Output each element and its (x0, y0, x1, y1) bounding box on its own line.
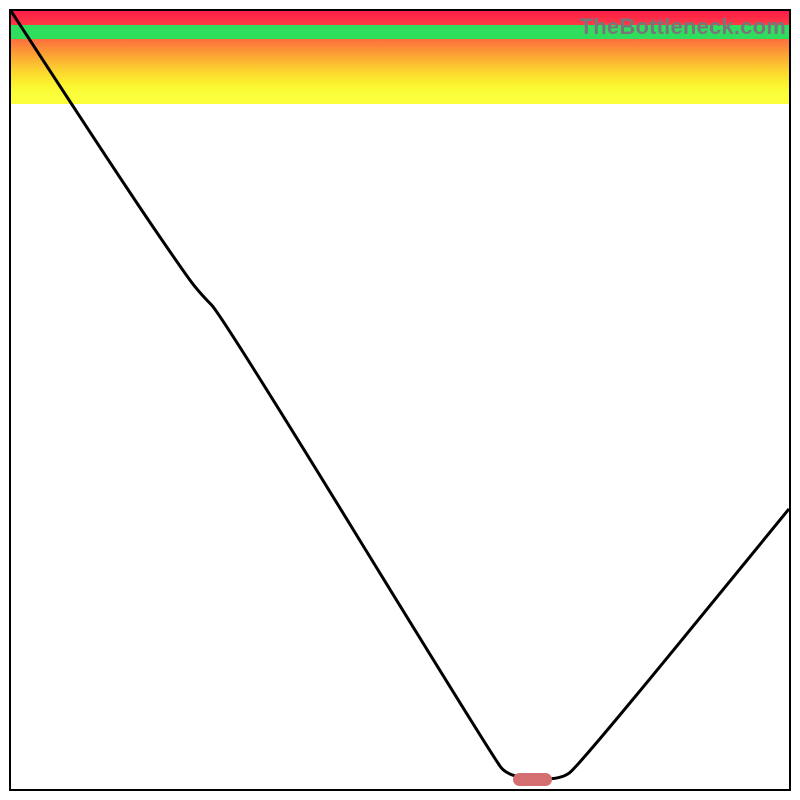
curve-svg (11, 11, 789, 789)
marker-pill (513, 773, 552, 785)
watermark-text: TheBottleneck.com (580, 14, 786, 40)
chart-container: TheBottleneck.com (0, 0, 800, 800)
plot-area (11, 11, 789, 789)
curve-path (11, 11, 789, 779)
